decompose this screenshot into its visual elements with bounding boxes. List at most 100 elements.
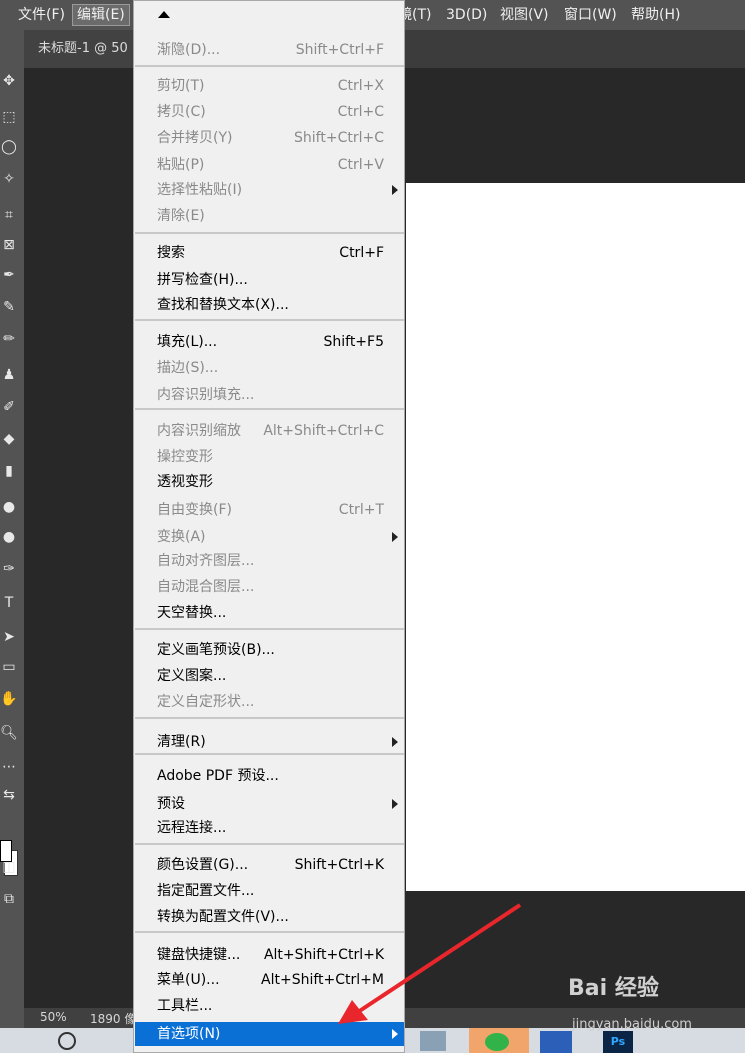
edit-menu-item[interactable]: 描边(S)... [135, 356, 404, 380]
edit-menu-item[interactable]: 合并拷贝(Y) Shift+Ctrl+C [135, 126, 404, 150]
submenu-arrow-icon [392, 532, 398, 542]
menu-item-label: 内容识别填充... [157, 387, 255, 403]
move-tool-icon[interactable]: ✥ [0, 72, 18, 90]
zoom-level[interactable]: 50% [40, 1010, 67, 1024]
menu-item-shortcut: Alt+Shift+Ctrl+C [263, 423, 384, 439]
eyedropper-tool-icon[interactable]: ✒ [0, 266, 18, 284]
word-icon[interactable] [540, 1031, 572, 1053]
menu-item-label: 菜单(U)... [157, 972, 220, 988]
pen-tool-icon[interactable]: ✑ [0, 560, 18, 578]
menu-item-shortcut: Shift+Ctrl+K [294, 857, 384, 873]
menu-3d[interactable]: 3D(D) [442, 5, 491, 25]
menu-item-label: 天空替换... [157, 605, 227, 621]
menu-separator [135, 628, 404, 630]
menu-item-label: 透视变形 [157, 474, 213, 490]
edit-menu-item[interactable]: 拼写检查(H)... [135, 268, 404, 292]
quick-select-tool-icon[interactable]: ✧ [0, 170, 18, 188]
edit-menu-item[interactable]: Adobe PDF 预设... [135, 764, 404, 788]
history-brush-icon[interactable]: ✐ [0, 398, 18, 416]
edit-menu-item[interactable]: 自动混合图层... [135, 575, 404, 599]
edit-menu-item[interactable]: 清理(R) [135, 730, 404, 754]
menu-item-label: 查找和替换文本(X)... [157, 297, 289, 313]
edit-menu-item[interactable]: 粘贴(P) Ctrl+V [135, 153, 404, 177]
hand-tool-icon[interactable]: ✋ [0, 690, 18, 708]
blur-tool-icon[interactable]: ● [0, 498, 18, 516]
edit-menu-item[interactable]: 渐隐(D)... Shift+Ctrl+F [135, 38, 404, 62]
edit-menu-item[interactable]: 透视变形 [135, 470, 404, 494]
rectangle-tool-icon[interactable]: ▭ [0, 658, 18, 676]
edit-menu-item[interactable]: 内容识别缩放 Alt+Shift+Ctrl+C [135, 419, 404, 443]
edit-menu-item[interactable]: 远程连接... [135, 816, 404, 840]
edit-menu-item[interactable]: 操控变形 [135, 445, 404, 469]
app-icon[interactable] [420, 1031, 446, 1051]
edit-menu-item[interactable]: 定义图案... [135, 664, 404, 688]
edit-menu-item[interactable]: 定义自定形状... [135, 690, 404, 714]
edit-menu-item[interactable]: 剪切(T) Ctrl+X [135, 74, 404, 98]
edit-menu-item[interactable]: 填充(L)... Shift+F5 [135, 330, 404, 354]
eraser-tool-icon[interactable]: ◆ [0, 430, 18, 448]
baidu-watermark: Bai 经验 [568, 976, 659, 1001]
wechat-icon[interactable] [469, 1028, 529, 1053]
frame-tool-icon[interactable]: ⊠ [0, 236, 18, 254]
menu-item-label: 预设 [157, 796, 185, 812]
marquee-tool-icon[interactable]: ⬚ [0, 108, 18, 126]
annotation-arrow-icon [338, 903, 522, 1024]
menu-item-label: 粘贴(P) [157, 157, 205, 173]
menu-file[interactable]: 文件(F) [14, 5, 69, 25]
dodge-tool-icon[interactable]: ● [0, 528, 18, 546]
submenu-arrow-icon [392, 737, 398, 747]
quick-mask-icon[interactable]: ◫ [0, 858, 18, 876]
menu-separator [135, 843, 404, 845]
menu-view[interactable]: 视图(V) [496, 5, 553, 25]
type-tool-icon[interactable]: T [0, 594, 18, 612]
menu-item-label: 自由变换(F) [157, 502, 232, 518]
edit-menu-item[interactable]: 自动对齐图层... [135, 549, 404, 573]
menu-edit[interactable]: 编辑(E) [72, 4, 130, 26]
edit-menu-item[interactable]: 天空替换... [135, 601, 404, 625]
zoom-tool-icon[interactable]: 🔍︎ [0, 724, 18, 742]
stamp-tool-icon[interactable]: ♟ [0, 366, 18, 384]
screen-mode-icon[interactable]: ⧉ [0, 890, 18, 908]
edit-menu-item[interactable]: 预设 [135, 792, 404, 816]
menu-window[interactable]: 窗口(W) [560, 5, 621, 25]
menu-item-label: 转换为配置文件(V)... [157, 909, 289, 925]
lasso-tool-icon[interactable]: ◯ [0, 138, 18, 156]
edit-menu-item[interactable]: 颜色设置(G)... Shift+Ctrl+K [135, 853, 404, 877]
menu-item-label: 定义图案... [157, 668, 227, 684]
menu-item-label: 合并拷贝(Y) [157, 130, 233, 146]
edit-menu-item[interactable]: 搜索 Ctrl+F [135, 241, 404, 265]
submenu-arrow-icon [392, 799, 398, 809]
menu-item-label: 键盘快捷键... [157, 947, 241, 963]
gradient-tool-icon[interactable]: ▮ [0, 462, 18, 480]
edit-menu-item[interactable]: 清除(E) [135, 204, 404, 228]
edit-menu-item[interactable]: 定义画笔预设(B)... [135, 638, 404, 662]
swap-colors-icon[interactable]: ⇆ [0, 786, 18, 804]
edit-menu-dropdown: 渐隐(D)... Shift+Ctrl+F 剪切(T) Ctrl+X 拷贝(C) Ctrl… [133, 0, 405, 1053]
edit-menu-item[interactable]: 拷贝(C) Ctrl+C [135, 100, 404, 124]
edit-menu-item[interactable]: 变换(A) [135, 525, 404, 549]
path-select-icon[interactable]: ➤ [0, 628, 18, 646]
more-tools-icon[interactable]: ⋯ [0, 758, 18, 776]
photoshop-icon[interactable]: Ps [603, 1031, 633, 1053]
menu-item-label: 描边(S)... [157, 360, 219, 376]
baidu-watermark-url: jingyan.baidu.com [572, 1017, 692, 1032]
menu-help[interactable]: 帮助(H) [627, 5, 684, 25]
menu-item-label: 定义画笔预设(B)... [157, 642, 275, 658]
search-icon[interactable] [58, 1032, 76, 1050]
document-tab[interactable]: 未标题-1 @ 50 [24, 30, 148, 68]
edit-menu-item[interactable]: 查找和替换文本(X)... [135, 293, 404, 317]
menu-item-label: 剪切(T) [157, 78, 205, 94]
healing-brush-icon[interactable]: ✎ [0, 298, 18, 316]
crop-tool-icon[interactable]: ⌗ [0, 206, 18, 224]
menu-item-label: 首选项(N) [157, 1026, 221, 1042]
scroll-up-arrow-icon[interactable] [158, 11, 170, 18]
brush-tool-icon[interactable]: ✏ [0, 330, 18, 348]
edit-menu-item[interactable]: 选择性粘贴(I) [135, 178, 404, 202]
menu-item-label: 拼写检查(H)... [157, 272, 248, 288]
document-canvas[interactable] [406, 183, 745, 891]
edit-menu-item[interactable]: 内容识别填充... [135, 383, 404, 407]
menu-item-label: 远程连接... [157, 820, 227, 836]
edit-menu-item[interactable]: 自由变换(F) Ctrl+T [135, 498, 404, 522]
menu-item-label: 自动对齐图层... [157, 553, 255, 569]
menu-item-label: 选择性粘贴(I) [157, 182, 243, 198]
